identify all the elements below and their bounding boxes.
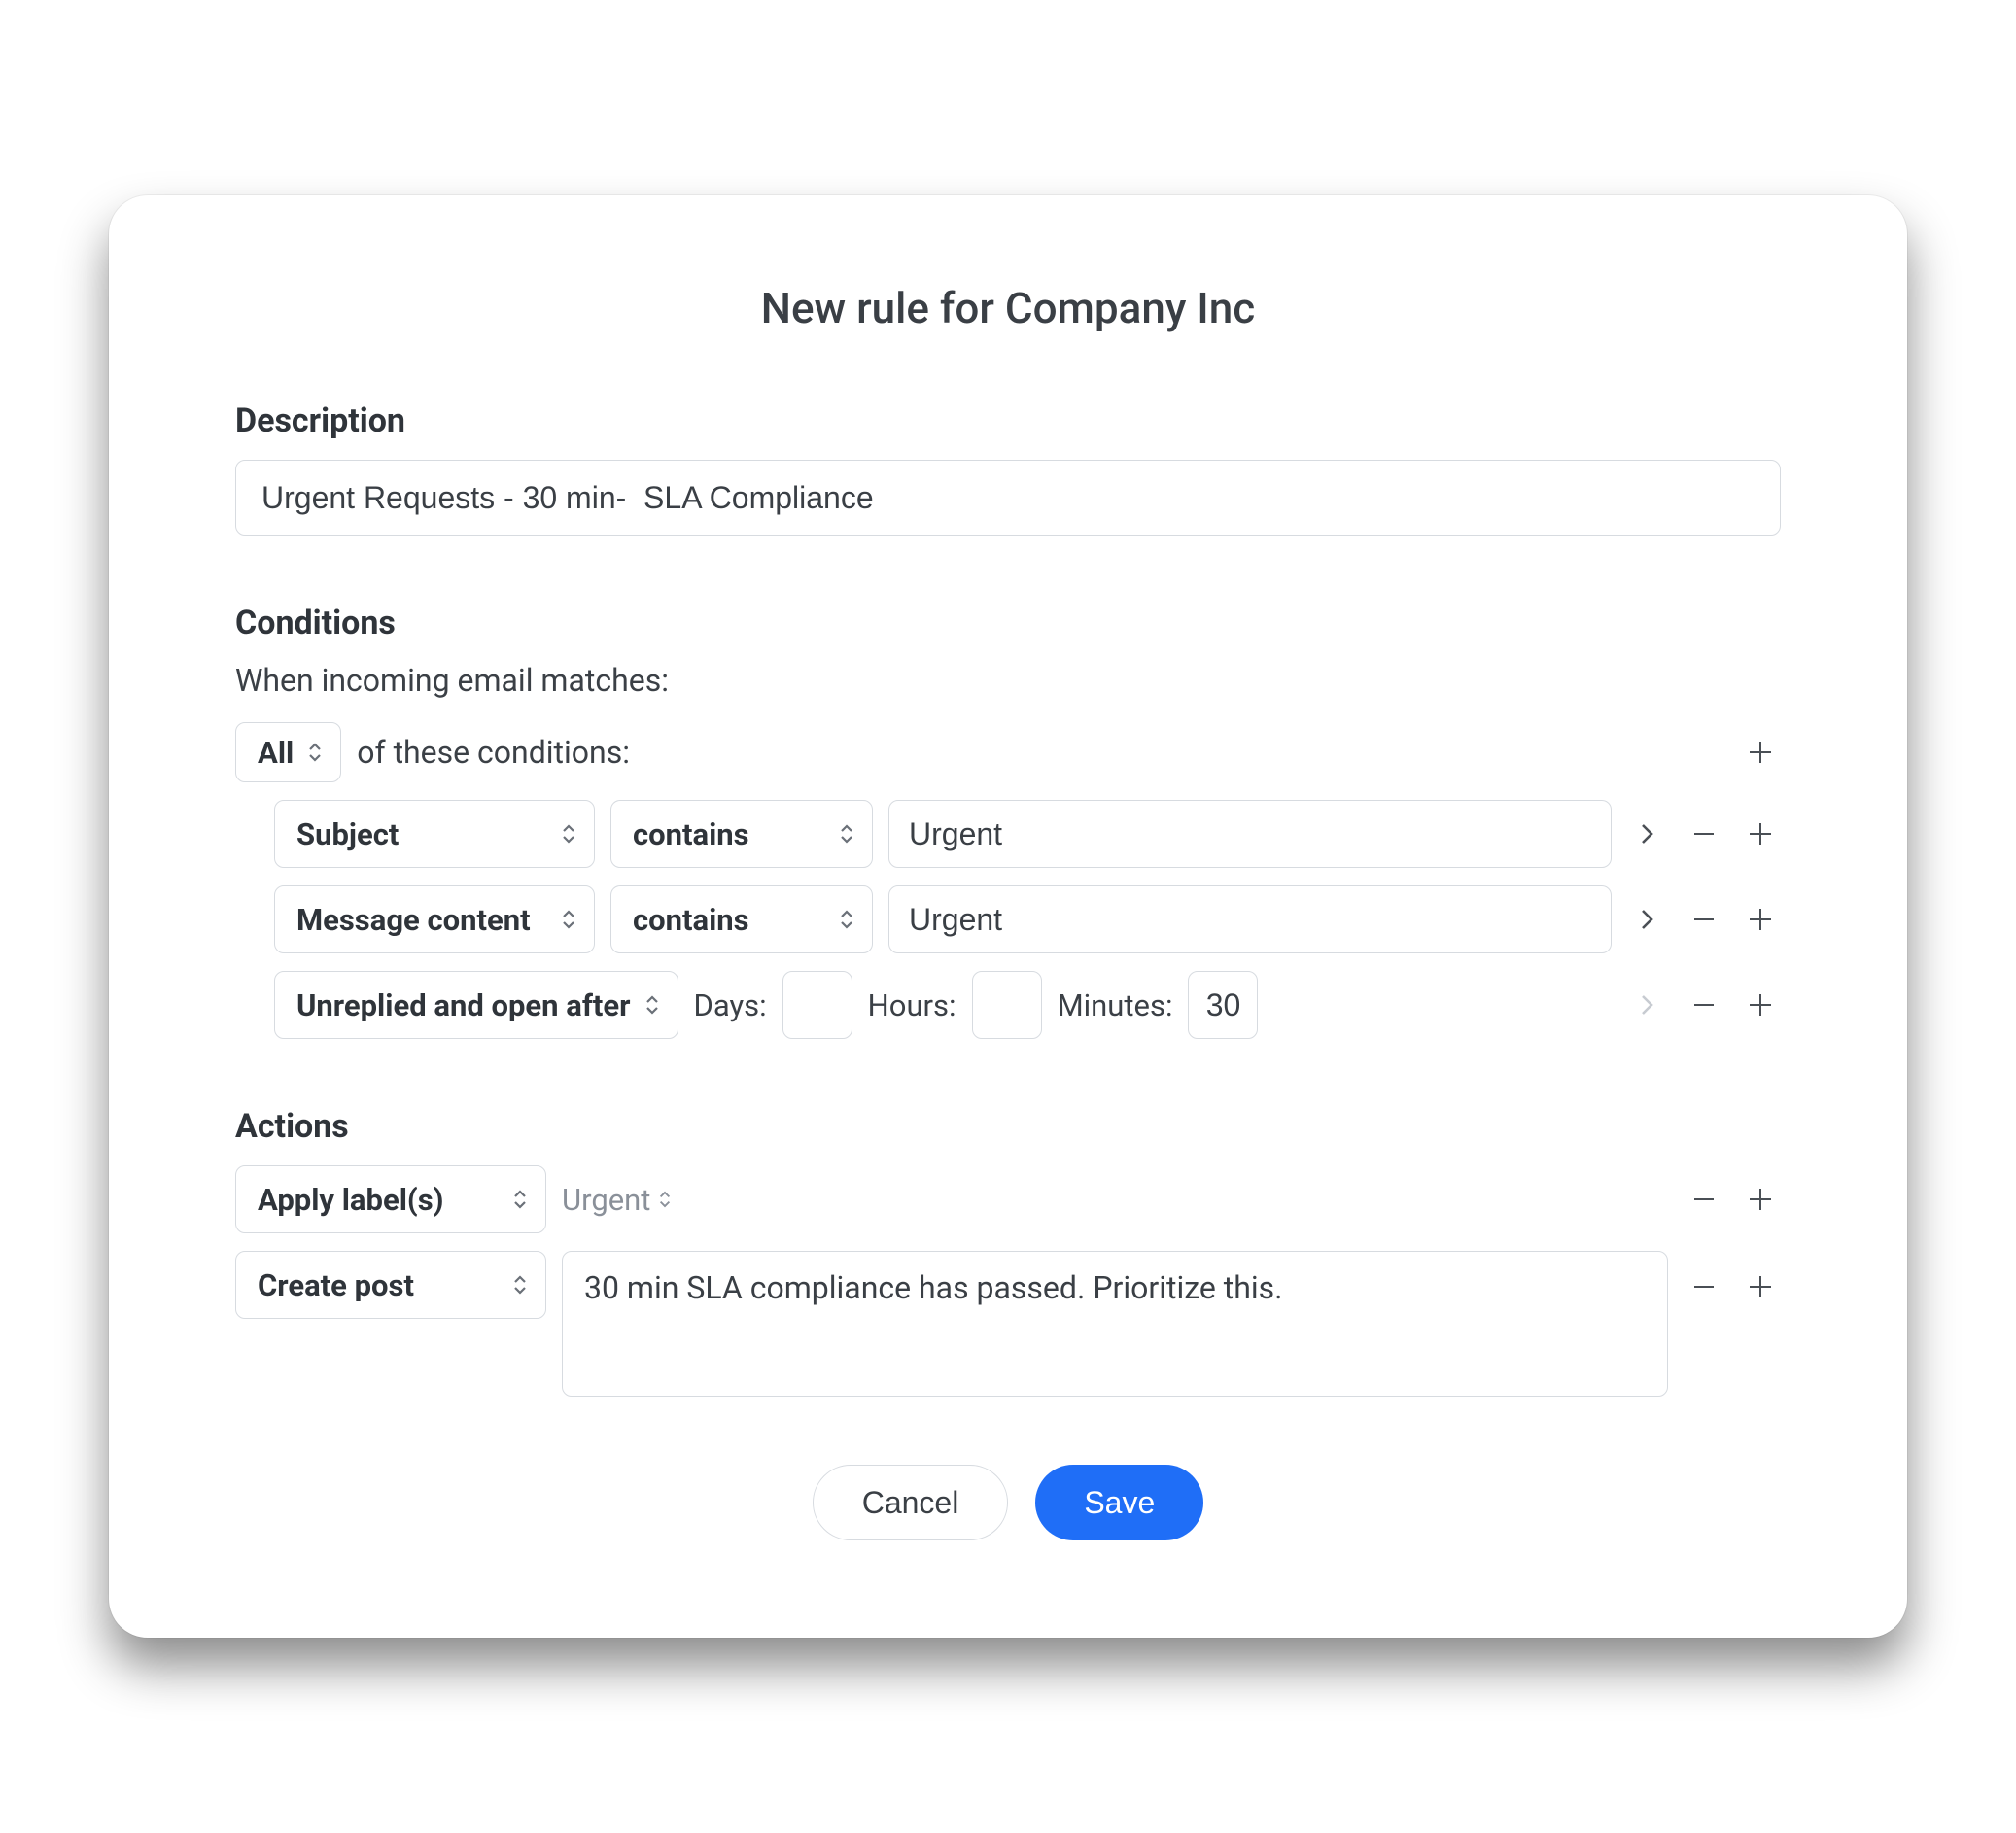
nest-condition-button[interactable] [1627,899,1668,940]
remove-condition-button[interactable] [1684,985,1724,1025]
condition-operator-select[interactable]: contains [610,800,873,868]
label-tag-select[interactable]: Urgent [562,1182,672,1218]
actions-section-label: Actions [235,1107,1781,1146]
updown-icon [839,823,854,845]
action-row: Create post [235,1251,1781,1397]
add-condition-button[interactable] [1740,899,1781,940]
match-mode-suffix: of these conditions: [357,734,630,771]
remove-condition-button[interactable] [1684,813,1724,854]
action-type-select[interactable]: Create post [235,1251,546,1319]
hours-input[interactable] [972,971,1042,1039]
dialog-title: New rule for Company Inc [235,283,1781,333]
action-type-select[interactable]: Apply label(s) [235,1165,546,1233]
add-condition-group-button[interactable] [1740,732,1781,773]
hours-label: Hours: [868,987,956,1023]
add-action-button[interactable] [1740,1179,1781,1220]
match-mode-select[interactable]: All [235,722,341,782]
nest-condition-button[interactable] [1627,813,1668,854]
updown-icon [561,823,576,845]
updown-icon [658,1190,672,1209]
condition-value-input[interactable] [888,800,1612,868]
condition-row: Message content contains [235,885,1781,953]
action-row: Apply label(s) Urgent [235,1165,1781,1233]
remove-action-button[interactable] [1684,1266,1724,1307]
rule-editor-card: New rule for Company Inc Description Con… [109,195,1907,1638]
updown-icon [307,742,323,763]
minutes-input[interactable] [1188,971,1258,1039]
condition-row: Subject contains [235,800,1781,868]
updown-icon [839,909,854,930]
description-section-label: Description [235,401,1781,440]
add-condition-button[interactable] [1740,985,1781,1025]
dialog-footer: Cancel Save [235,1465,1781,1540]
minutes-label: Minutes: [1058,987,1173,1023]
updown-icon [512,1189,528,1210]
match-mode-row: All of these conditions: [235,722,1781,782]
add-action-button[interactable] [1740,1266,1781,1307]
action-post-text[interactable] [562,1251,1668,1397]
condition-field-select[interactable]: Unreplied and open after [274,971,678,1039]
save-button[interactable]: Save [1035,1465,1203,1540]
condition-time-row: Unreplied and open after Days: Hours: Mi… [235,971,1781,1039]
conditions-section-label: Conditions [235,604,1781,642]
condition-field-select[interactable]: Message content [274,885,595,953]
condition-value-input[interactable] [888,885,1612,953]
cancel-button[interactable]: Cancel [813,1465,1009,1540]
condition-field-select[interactable]: Subject [274,800,595,868]
description-input[interactable] [235,460,1781,536]
remove-condition-button[interactable] [1684,899,1724,940]
updown-icon [512,1274,528,1296]
nest-condition-button-disabled [1627,985,1668,1025]
days-label: Days: [694,987,767,1023]
add-condition-button[interactable] [1740,813,1781,854]
updown-icon [561,909,576,930]
updown-icon [644,994,660,1016]
condition-operator-select[interactable]: contains [610,885,873,953]
days-input[interactable] [782,971,852,1039]
remove-action-button[interactable] [1684,1179,1724,1220]
conditions-intro-text: When incoming email matches: [235,662,1781,699]
